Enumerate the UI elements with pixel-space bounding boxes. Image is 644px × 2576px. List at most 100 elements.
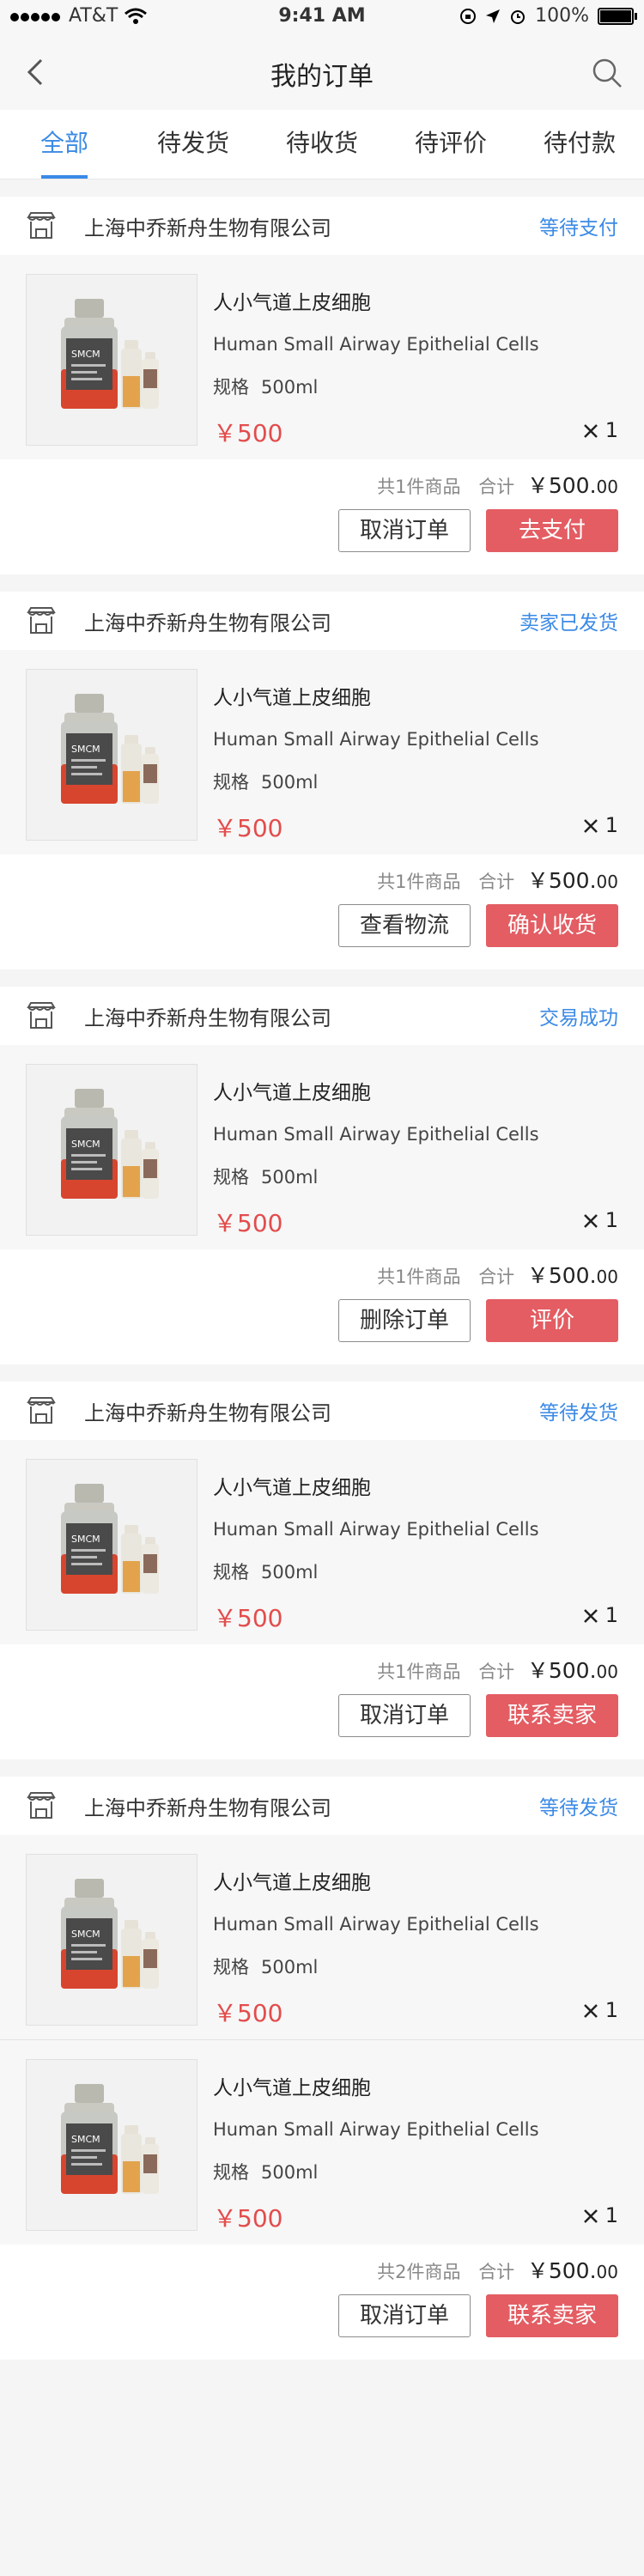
total-amount-cents: 00	[596, 1267, 618, 1287]
product-info: 人小气道上皮细胞 Human Small Airway Epithelial C…	[213, 2066, 618, 2234]
product-name: 人小气道上皮细胞	[213, 1872, 371, 1894]
shop-header[interactable]: 上海中乔新舟生物有限公司 等待支付	[0, 197, 644, 255]
search-icon[interactable]	[591, 57, 623, 89]
product-info: 人小气道上皮细胞 Human Small Airway Epithelial C…	[213, 676, 618, 844]
total-amount: ￥500.00	[527, 1263, 618, 1288]
total-amount-main: ￥500.	[526, 1658, 597, 1683]
order-summary: 共1件商品 合计 ￥500.00	[0, 459, 644, 509]
product-name-en: Human Small Airway Epithelial Cells	[213, 1914, 539, 1935]
product-quantity: 1	[583, 2203, 618, 2227]
product-info: 人小气道上皮细胞 Human Small Airway Epithelial C…	[213, 281, 618, 449]
product-price: ￥500	[213, 2204, 283, 2233]
spec-value: 500ml	[261, 1957, 319, 1978]
product-price: ￥500	[213, 419, 283, 447]
product-price: ￥500	[213, 1604, 283, 1632]
total-amount: ￥500.00	[527, 2258, 618, 2283]
product-name-en: Human Small Airway Epithelial Cells	[213, 1124, 539, 1145]
rotation-lock-icon	[460, 8, 477, 24]
tab-all[interactable]: 全部	[0, 110, 129, 179]
item-count: 共1件商品	[377, 1267, 461, 1287]
product-image[interactable]: SMCM	[26, 274, 197, 446]
total-label: 合计	[478, 2262, 515, 2282]
quantity-value: 1	[605, 418, 618, 442]
shop-name: 上海中乔新舟生物有限公司	[84, 216, 331, 240]
item-count: 共1件商品	[377, 477, 461, 497]
secondary-action-button[interactable]: 取消订单	[338, 509, 471, 552]
primary-action-button[interactable]: 确认收货	[486, 904, 618, 947]
shop-name: 上海中乔新舟生物有限公司	[84, 1795, 331, 1820]
spec-label: 规格	[213, 1957, 249, 1978]
product-info: 人小气道上皮细胞 Human Small Airway Epithelial C…	[213, 1071, 618, 1239]
product-name: 人小气道上皮细胞	[213, 292, 371, 314]
total-amount-main: ￥500.	[526, 2258, 597, 2283]
product-image[interactable]: SMCM	[26, 669, 197, 841]
product-image[interactable]: SMCM	[26, 1064, 197, 1236]
order-status: 等待发货	[539, 1797, 618, 1820]
shop-header[interactable]: 上海中乔新舟生物有限公司 等待发货	[0, 1382, 644, 1440]
product-image[interactable]: SMCM	[26, 1854, 197, 2026]
primary-action-button[interactable]: 联系卖家	[486, 2294, 618, 2337]
tab-to-review[interactable]: 待评价	[386, 110, 515, 179]
item-count: 共2件商品	[377, 2262, 461, 2282]
total-amount: ￥500.00	[527, 1658, 618, 1683]
secondary-action-button[interactable]: 取消订单	[338, 2294, 471, 2337]
shop-name: 上海中乔新舟生物有限公司	[84, 611, 331, 635]
order-summary: 共1件商品 合计 ￥500.00	[0, 854, 644, 904]
multiply-icon	[583, 1214, 598, 1228]
svg-text:SMCM: SMCM	[71, 349, 100, 360]
multiply-icon	[583, 2004, 598, 2018]
product-spec: 规格 500ml	[213, 1558, 618, 1584]
order-status: 等待支付	[539, 217, 618, 240]
order-card: 上海中乔新舟生物有限公司 等待支付 SMCM 人小气道上皮细胞 Human Sm…	[0, 197, 644, 574]
tab-to-ship[interactable]: 待发货	[129, 110, 258, 179]
shop-name: 上海中乔新舟生物有限公司	[84, 1400, 331, 1425]
total-amount-cents: 00	[596, 1662, 618, 1682]
order-summary: 共2件商品 合计 ￥500.00	[0, 2245, 644, 2294]
product-spec: 规格 500ml	[213, 2159, 618, 2184]
secondary-action-button[interactable]: 取消订单	[338, 1694, 471, 1737]
product-item[interactable]: SMCM 人小气道上皮细胞 Human Small Airway Epithel…	[0, 1045, 644, 1249]
battery-icon	[598, 7, 637, 25]
total-label: 合计	[478, 872, 515, 892]
product-price: ￥500	[213, 1999, 283, 2027]
product-quantity: 1	[583, 813, 618, 837]
product-quantity: 1	[583, 1998, 618, 2022]
product-item[interactable]: SMCM 人小气道上皮细胞 Human Small Airway Epithel…	[0, 1835, 644, 2039]
product-image[interactable]: SMCM	[26, 2059, 197, 2231]
store-icon	[27, 1002, 56, 1029]
product-image[interactable]: SMCM	[26, 1459, 197, 1631]
tab-to-receive[interactable]: 待收货	[258, 110, 386, 179]
total-amount: ￥500.00	[527, 473, 618, 498]
quantity-value: 1	[605, 2203, 618, 2227]
battery-percent: 100%	[535, 5, 589, 27]
product-item[interactable]: SMCM 人小气道上皮细胞 Human Small Airway Epithel…	[0, 650, 644, 854]
product-name: 人小气道上皮细胞	[213, 1082, 371, 1104]
product-item[interactable]: SMCM 人小气道上皮细胞 Human Small Airway Epithel…	[0, 1440, 644, 1644]
secondary-action-button[interactable]: 删除订单	[338, 1299, 471, 1342]
primary-action-button[interactable]: 联系卖家	[486, 1694, 618, 1737]
shop-header[interactable]: 上海中乔新舟生物有限公司 交易成功	[0, 987, 644, 1045]
order-tabs: 全部 待发货 待收货 待评价 待付款	[0, 110, 644, 179]
quantity-value: 1	[605, 813, 618, 837]
quantity-value: 1	[605, 1208, 618, 1232]
order-summary: 共1件商品 合计 ￥500.00	[0, 1249, 644, 1299]
total-label: 合计	[478, 1662, 515, 1682]
primary-action-button[interactable]: 评价	[486, 1299, 618, 1342]
product-quantity: 1	[583, 418, 618, 442]
tab-to-pay[interactable]: 待付款	[515, 110, 644, 179]
item-count: 共1件商品	[377, 1662, 461, 1682]
spec-value: 500ml	[261, 377, 319, 398]
svg-text:SMCM: SMCM	[71, 1534, 100, 1545]
secondary-action-button[interactable]: 查看物流	[338, 904, 471, 947]
shop-header[interactable]: 上海中乔新舟生物有限公司 等待发货	[0, 1777, 644, 1835]
shop-header[interactable]: 上海中乔新舟生物有限公司 卖家已发货	[0, 592, 644, 650]
product-item[interactable]: SMCM 人小气道上皮细胞 Human Small Airway Epithel…	[0, 2039, 644, 2245]
product-item[interactable]: SMCM 人小气道上皮细胞 Human Small Airway Epithel…	[0, 255, 644, 459]
nav-bar: 我的订单	[0, 34, 644, 110]
total-amount-main: ￥500.	[526, 473, 597, 498]
store-icon	[27, 212, 56, 239]
svg-text:SMCM: SMCM	[71, 744, 100, 755]
order-summary: 共1件商品 合计 ￥500.00	[0, 1644, 644, 1694]
quantity-value: 1	[605, 1603, 618, 1627]
primary-action-button[interactable]: 去支付	[486, 509, 618, 552]
